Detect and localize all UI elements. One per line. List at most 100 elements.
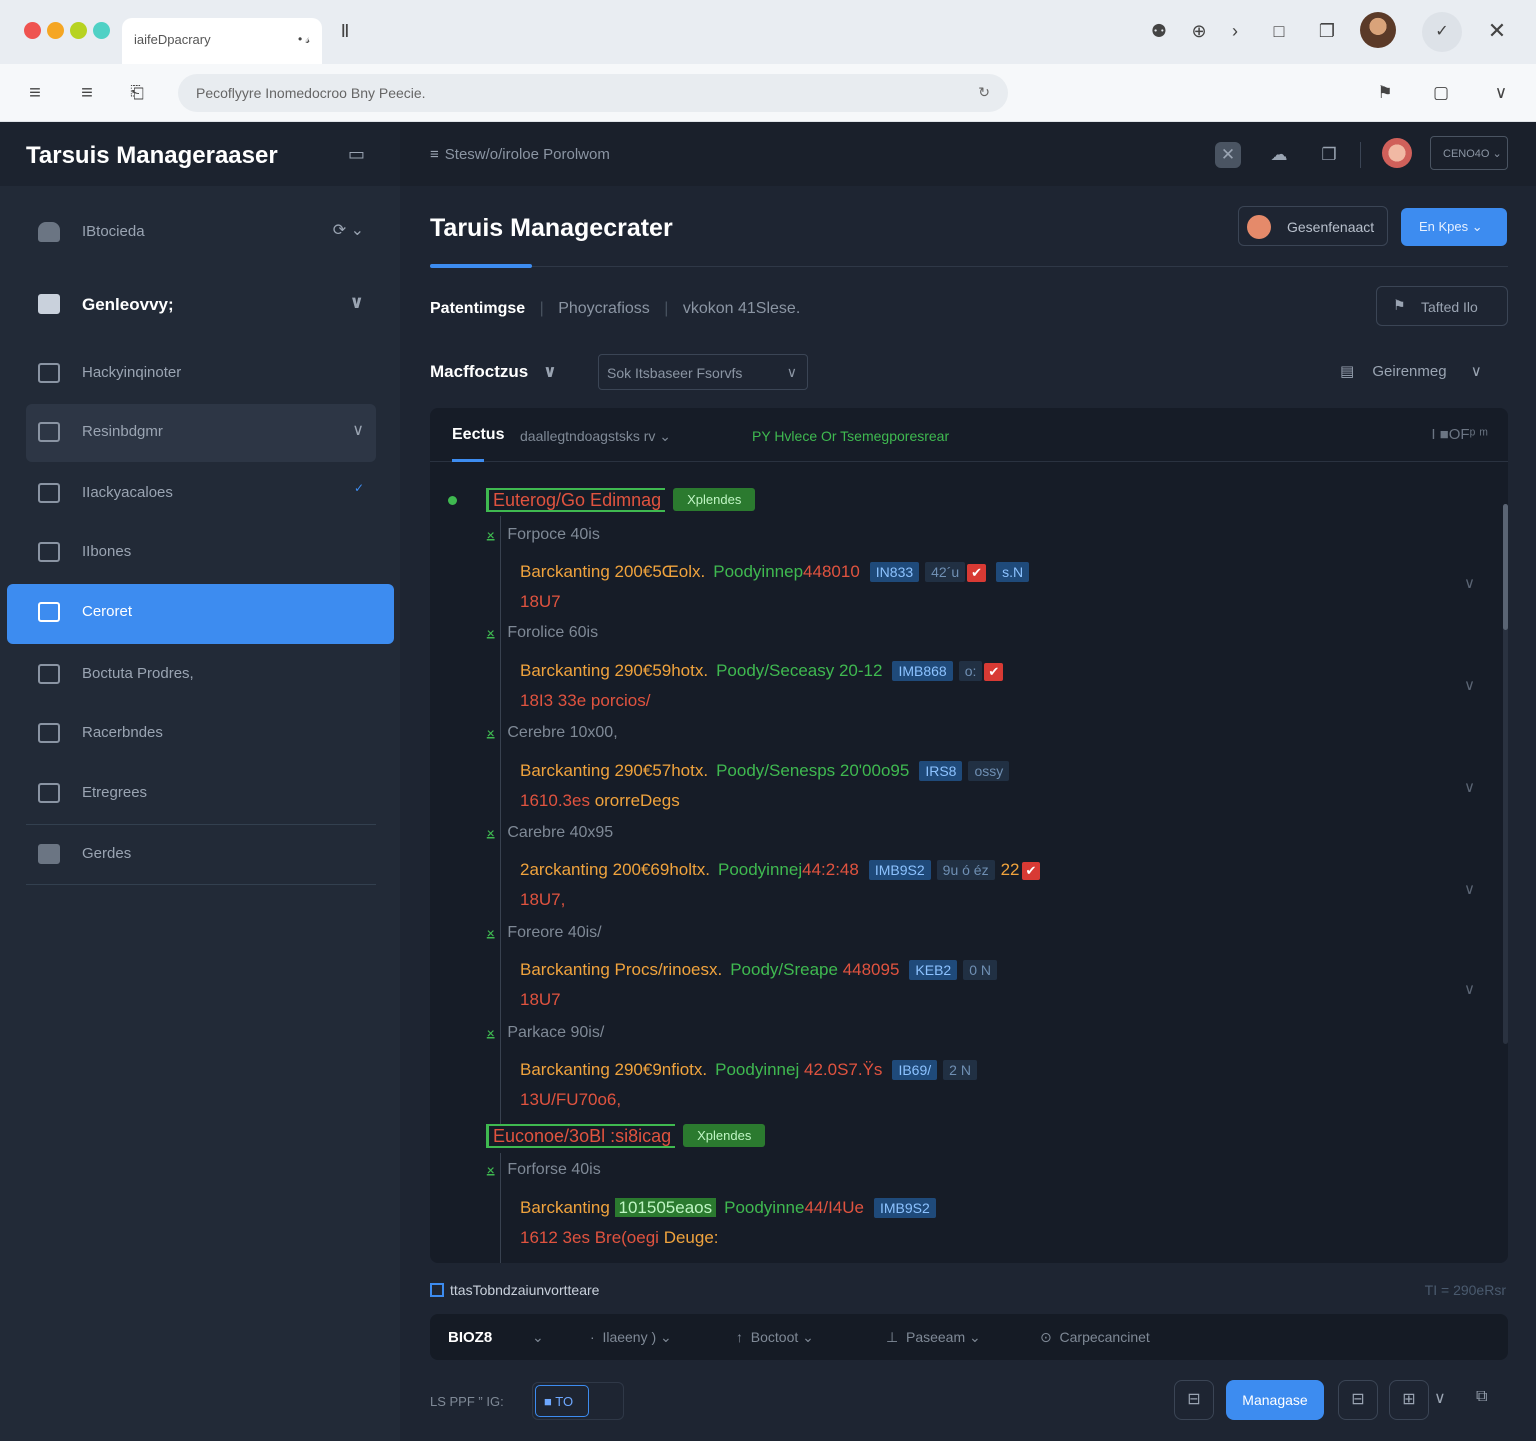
log-controls[interactable]: I ■OFᵖ ᵐ: [1431, 426, 1488, 443]
checkbox-icon[interactable]: [430, 1283, 444, 1297]
manage-button[interactable]: Managase: [1226, 1380, 1324, 1420]
expand-chevron-icon[interactable]: ∨: [1464, 980, 1475, 998]
log-row[interactable]: 2arckanting 200€69holtx. Poodyinnej44:2:4…: [520, 860, 1041, 880]
toolbar-code: BIOZ8: [448, 1329, 493, 1346]
chevron-down-icon[interactable]: ∨: [349, 292, 364, 313]
log-sub-row: ⨱ Parkace 90is/: [486, 1024, 604, 1042]
scrollbar[interactable]: [1503, 504, 1508, 1044]
log-group-header[interactable]: Euconoe/3oBl :si8icag Xplendes: [486, 1124, 766, 1150]
sidebar-item-10[interactable]: Gerdes: [26, 826, 376, 882]
log-tag: IN833: [869, 562, 920, 582]
cloud-icon[interactable]: ☁: [1266, 142, 1292, 168]
share-icon[interactable]: ❐: [1314, 18, 1340, 44]
title-underline: [430, 264, 532, 268]
sidebar-item-1[interactable]: Genleovvy; ∨: [26, 276, 376, 332]
log-row[interactable]: Barckanting 290€59hotx. Poody/Seceasy 20-…: [520, 661, 1004, 681]
tab-eectus[interactable]: Eectus: [452, 426, 504, 444]
log-row[interactable]: Barckanting 101505eaos Poodyinne44/I4Ue IM…: [520, 1198, 936, 1218]
scroll-thumb[interactable]: [1503, 504, 1508, 630]
address-bar[interactable]: Pecoflyyre Inomedocroo Bny Peecie. ↻: [178, 74, 1008, 112]
document-icon: [38, 483, 60, 503]
sidebar-item-8[interactable]: Racerbndes: [26, 705, 376, 761]
sync-icon[interactable]: ✓: [1422, 12, 1462, 52]
log-value: 448095: [842, 960, 900, 979]
log-row[interactable]: Barckanting 290€57hotx. Poody/Senesps 20'…: [520, 761, 1010, 781]
extension-icon[interactable]: ⚑: [1372, 80, 1398, 106]
log-row[interactable]: Barckanting Procs/rinoesx. Poody/Sreape 4…: [520, 960, 998, 980]
minimize-panel-icon[interactable]: ⊟: [1174, 1380, 1214, 1420]
tab-vkokon[interactable]: vkokon 41Slese.: [683, 300, 800, 317]
expand-chevron-icon[interactable]: ∨: [1464, 880, 1475, 898]
refresh-icon[interactable]: ↻: [978, 84, 990, 101]
filter-label[interactable]: Macffoctzus ∨: [430, 362, 557, 382]
log-tag: IMB868: [892, 661, 953, 681]
expand-chevron-icon[interactable]: ∨: [1464, 574, 1475, 592]
close-window-button[interactable]: [24, 22, 41, 39]
log-sub-label: Cerebre 10x00,: [507, 724, 618, 741]
maximize-window-button[interactable]: [70, 22, 87, 39]
toolbar-item-3[interactable]: ⊥ Paseeam ⌄: [886, 1329, 981, 1346]
log-tag: IB69/: [892, 1060, 938, 1080]
filter-icon[interactable]: ≡: [430, 146, 439, 163]
log-row[interactable]: Barckanting 200€5Œolx. Poodyinnep448010 IN…: [520, 562, 1030, 582]
chat-icon[interactable]: □: [1266, 18, 1292, 44]
log-group-title: Euterog/Go Edimnag: [486, 488, 666, 512]
toolbar-item-4[interactable]: ⊙ Carpecancinet: [1040, 1329, 1150, 1346]
main-content: ≡ Stesw/o/iroloe Porolwom ✕ ☁ ❐ CENO4O ⌄ …: [400, 122, 1536, 1441]
extra-window-button[interactable]: [93, 22, 110, 39]
expand-chevron-icon[interactable]: ∨: [1464, 778, 1475, 796]
tab-patentimgse[interactable]: Patentimgse: [430, 300, 525, 317]
chevron-down-icon[interactable]: ∨: [352, 420, 364, 440]
tab-grid-icon[interactable]: Ⅱ: [332, 18, 358, 44]
list-icon: [38, 542, 60, 562]
export-icon[interactable]: ❐: [1316, 142, 1342, 168]
sidebar-item-5[interactable]: IIbones: [26, 524, 376, 580]
expand-icon[interactable]: ⧉: [1476, 1388, 1487, 1406]
sidebar-item-7[interactable]: Boctuta Prodres,: [26, 646, 376, 702]
globe-icon[interactable]: ⊕: [1186, 18, 1212, 44]
profile-avatar[interactable]: [1360, 12, 1396, 48]
sidebar-item-4[interactable]: IIackyacaloes ✓: [26, 465, 376, 521]
tab-close-icon[interactable]: • 𝓈: [298, 32, 310, 47]
monitor-icon[interactable]: ▭: [348, 144, 365, 165]
sidebar-item-6[interactable]: Ceroret: [7, 584, 394, 644]
comment-icon[interactable]: ▢: [1428, 80, 1454, 106]
chevron-down-icon[interactable]: ∨: [1488, 80, 1514, 106]
toolbar-item-2[interactable]: ↑ Boctoot ⌄: [736, 1329, 814, 1346]
top-select[interactable]: CENO4O ⌄: [1430, 136, 1508, 170]
sidebar-item-2[interactable]: Hackyinqinoter: [26, 345, 376, 401]
toolbar-dropdown[interactable]: ⌄: [532, 1329, 544, 1346]
location-icon[interactable]: ⚉: [1146, 18, 1172, 44]
log-row[interactable]: Barckanting 290€9nfiotx. Poodyinnej 42.0S…: [520, 1060, 977, 1080]
primary-action-button[interactable]: En Kpes ⌄: [1401, 208, 1507, 246]
sidebar-toggle-icon[interactable]: ⎗: [124, 80, 150, 106]
bolt-icon[interactable]: ›: [1222, 18, 1248, 44]
log-sub-row: ⨱ Cerebre 10x00,: [486, 724, 618, 742]
branch-icon: ⨱: [486, 526, 496, 543]
log-count: 22: [1000, 860, 1020, 879]
sidebar-item-0[interactable]: IBtocieda ⟳ ⌄: [26, 204, 376, 260]
collapse-panel-icon[interactable]: ⊟: [1338, 1380, 1378, 1420]
sidebar-item-3[interactable]: Resinbdgmr ∨: [26, 404, 376, 462]
browser-tab[interactable]: iaifeDpacrary • 𝓈: [122, 18, 322, 64]
list-icon[interactable]: ≡: [74, 80, 100, 106]
tab-phoycrafioss[interactable]: Phoycrafioss: [558, 300, 650, 317]
tasks-button[interactable]: ⚑ Tafted Ilo: [1376, 286, 1508, 326]
user-avatar[interactable]: [1382, 138, 1412, 168]
view-select[interactable]: ▤ Geirenmeg ∨: [1340, 362, 1482, 380]
menu-icon[interactable]: ≡: [22, 80, 48, 106]
generate-button[interactable]: Gesenfenaact: [1238, 206, 1388, 246]
log-filter[interactable]: daallegtndoagstsks rv ⌄: [520, 428, 671, 445]
folder-chip-inner[interactable]: ■ TO: [535, 1385, 589, 1417]
toolbar-item-1[interactable]: · Ilaeeny ) ⌄: [590, 1329, 672, 1346]
sidebar-item-9[interactable]: Etregrees: [26, 765, 376, 821]
minimize-window-button[interactable]: [47, 22, 64, 39]
filter-select[interactable]: Sok Itsbaseer Fsorvfs ∨: [598, 354, 808, 390]
grid-view-icon[interactable]: ⊞: [1389, 1380, 1429, 1420]
folder-chip[interactable]: ■ TO: [532, 1382, 624, 1420]
close-box-icon[interactable]: ✕: [1215, 142, 1241, 168]
close-icon[interactable]: ✕: [1484, 18, 1510, 44]
log-group-header[interactable]: Euterog/Go Edimnag Xplendes: [486, 488, 756, 514]
expand-chevron-icon[interactable]: ∨: [1464, 676, 1475, 694]
chevron-down-icon[interactable]: ∨: [1434, 1388, 1446, 1408]
